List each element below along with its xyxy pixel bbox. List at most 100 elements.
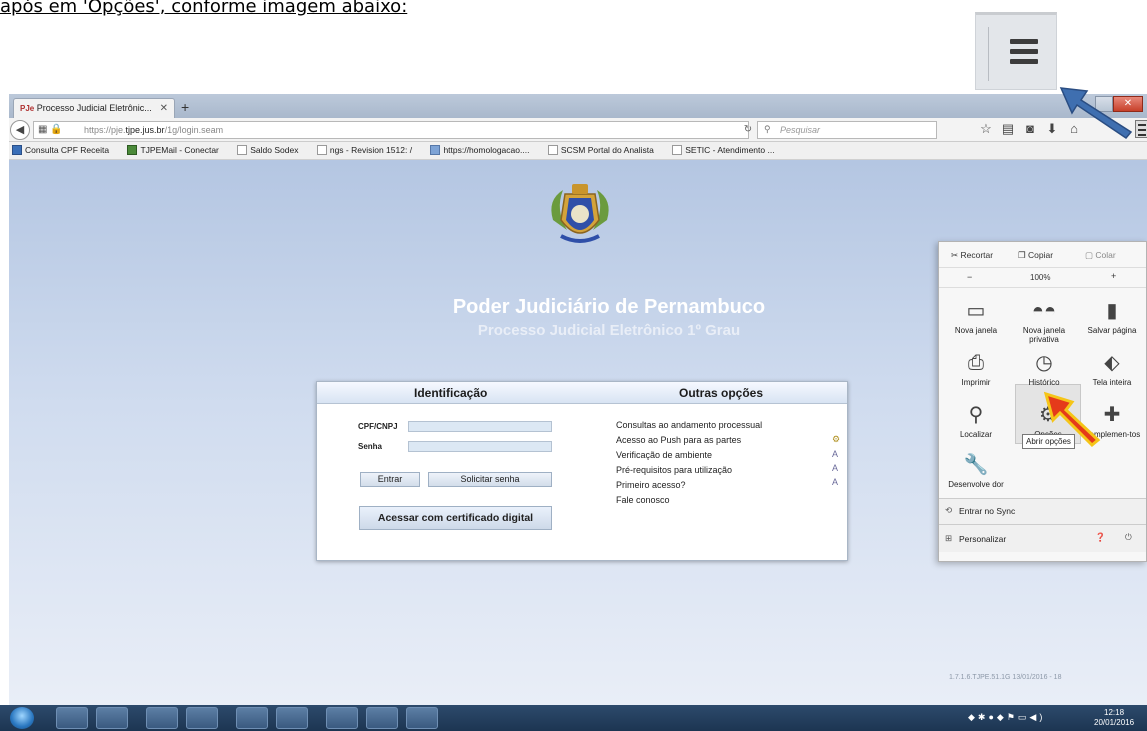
cpf-label: CPF/CNPJ [358,422,398,431]
clock-icon: ◷ [1035,352,1053,374]
red-arrow-annotation [1043,391,1101,448]
pocket-icon[interactable]: ◙ [1019,121,1041,136]
push-icon: ⚙ [832,434,841,444]
tray-icon[interactable]: ◆ [968,712,978,722]
menu-item-print[interactable]: ⎙ Imprimir [943,350,1009,387]
customize-label: Personalizar [959,534,1007,544]
link-item[interactable]: Fale conosco [616,495,670,505]
bookmark-item[interactable]: SCSM Portal do Analista [547,145,662,155]
new-tab-icon[interactable]: + [181,99,189,115]
search-icon: ⚲ [968,404,984,426]
browser-window: PJe Processo Judicial Eletrônic... ✕ + ✕… [9,94,1147,705]
word-taskbar-icon[interactable] [96,707,128,729]
zoom-out-button[interactable]: − [967,272,972,282]
coat-of-arms-icon [551,184,609,243]
chrome-taskbar-icon[interactable] [186,707,218,729]
url-bar[interactable]: ▦ 🔒 https://pje.tjpe.jus.br/1g/login.sea… [33,121,749,139]
link-item[interactable]: Verificação de ambiente [616,450,712,460]
start-button[interactable] [10,707,34,729]
clock[interactable]: 12:18 20/01/2016 [1094,708,1134,728]
page-subtitle: Processo Judicial Eletrônico 1º Grau [477,322,741,339]
link-item[interactable]: Consultas ao andamento processual [616,420,762,430]
network-icon[interactable]: ▭ [1018,712,1030,722]
app-taskbar-icon[interactable] [326,707,358,729]
nav-bar: ◀ ▦ 🔒 https://pje.tjpe.jus.br/1g/login.s… [9,118,1147,142]
help-icon[interactable]: ❓ [1095,532,1106,543]
copy-label: Copiar [1027,250,1054,260]
menu-item-label: Nova janela [954,326,998,335]
flag-icon[interactable]: ⚑ [1007,712,1018,722]
sync-row[interactable]: ⟲ Entrar no Sync [939,498,1146,524]
bookmark-label: TJPEMail - Conectar [140,145,219,155]
zoom-level[interactable]: 100% [1030,273,1050,282]
page-icon: ▮ [1106,300,1118,322]
fullscreen-icon: ⬖ [1104,352,1120,374]
sync-label: Entrar no Sync [959,506,1016,516]
request-password-button[interactable]: Solicitar senha [428,472,552,487]
app-taskbar-icon[interactable] [146,707,178,729]
link-item[interactable]: Primeiro acesso? [616,480,686,490]
enter-button[interactable]: Entrar [360,472,420,487]
tray-icon[interactable]: ● [988,712,996,722]
search-input[interactable]: ⚲ Pesquisar [757,121,937,139]
power-icon[interactable]: ⏻ [1125,532,1132,543]
bookmark-item[interactable]: Consulta CPF Receita [12,145,117,155]
link-item[interactable]: Acesso ao Push para as partes [616,435,741,445]
menu-item-label: Nova janela privativa [1022,326,1066,345]
volume-icon[interactable]: ◀) [1029,712,1045,722]
tray-icon[interactable]: ◆ [997,712,1007,722]
bookmark-item[interactable]: ngs - Revision 1512: / [316,145,420,155]
tab-title: Processo Judicial Eletrônic... [36,103,152,113]
mask-icon: ◓◓ [1031,300,1057,322]
bookmark-item[interactable]: SETIC - Atendimento ... [672,145,782,155]
menu-item-save-page[interactable]: ▮ Salvar página [1079,298,1145,335]
new-window-icon: ▭ [966,300,986,322]
cpf-input[interactable] [408,421,552,432]
bookmark-label: Saldo Sodex [250,145,299,155]
firefox-taskbar-icon[interactable] [366,707,398,729]
menu-item-fullscreen[interactable]: ⬖ Tela inteira [1079,350,1145,387]
app-taskbar-icon[interactable] [236,707,268,729]
app-taskbar-icon[interactable] [276,707,308,729]
identity-icon: ▦ 🔒 [38,124,63,135]
reload-icon[interactable]: ↻ [741,121,755,139]
menu-item-label: Salvar página [1087,326,1137,335]
certificate-login-button[interactable]: Acessar com certificado digital [359,506,552,530]
bookmarks-bar: Consulta CPF Receita TJPEMail - Conectar… [9,142,1147,160]
bookmark-item[interactable]: TJPEMail - Conectar [127,145,226,155]
search-placeholder: Pesquisar [780,125,821,135]
copy-button[interactable]: ❐ Copiar [1018,250,1053,261]
clock-time: 12:18 [1104,708,1125,717]
back-button[interactable]: ◀ [10,120,30,140]
reading-list-icon[interactable]: ▤ [997,121,1019,137]
bookmark-item[interactable]: https://homologacao.... [430,145,537,155]
ie-taskbar-icon[interactable] [56,707,88,729]
edit-row: ✂ Recortar ❐ Copiar ▢ Colar [939,242,1146,268]
password-label: Senha [358,442,383,451]
menu-item-find[interactable]: ⚲ Localizar [943,402,1009,439]
menu-item-label: Desenvolve dor [948,480,1004,489]
menu-item-new-window[interactable]: ▭ Nova janela [943,298,1009,335]
menu-item-label: Tela inteira [1092,378,1132,387]
app-taskbar-icon[interactable] [406,707,438,729]
other-options-heading: Outras opções [679,386,764,400]
password-input[interactable] [408,441,552,452]
bookmark-label: Consulta CPF Receita [25,145,110,155]
blue-arrow-annotation [1059,87,1133,140]
close-tab-icon[interactable]: ✕ [160,103,168,114]
menu-item-developer[interactable]: 🔧 Desenvolve dor [943,452,1009,489]
bookmark-label: SCSM Portal do Analista [560,145,654,155]
zoom-in-button[interactable]: + [1111,271,1116,281]
link-item[interactable]: Pré-requisitos para utilização [616,465,732,475]
bookmark-star-icon[interactable]: ☆ [975,121,997,137]
cut-button[interactable]: ✂ Recortar [951,250,993,261]
customize-row[interactable]: ⊞ Personalizar ❓ ⏻ [939,524,1146,552]
menu-item-private-window[interactable]: ◓◓ Nova janela privativa [1011,298,1077,344]
version-text: 1.7.1.6.TJPE.51.1G 13/01/2016 - 18 [949,674,1062,681]
bookmark-item[interactable]: Saldo Sodex [237,145,306,155]
tray-icon[interactable]: ✱ [978,712,989,722]
menu-item-history[interactable]: ◷ Histórico [1011,350,1077,387]
tab-pje[interactable]: PJe Processo Judicial Eletrônic... ✕ [13,98,175,118]
wrench-icon: 🔧 [963,454,989,476]
paste-button[interactable]: ▢ Colar [1085,250,1116,261]
